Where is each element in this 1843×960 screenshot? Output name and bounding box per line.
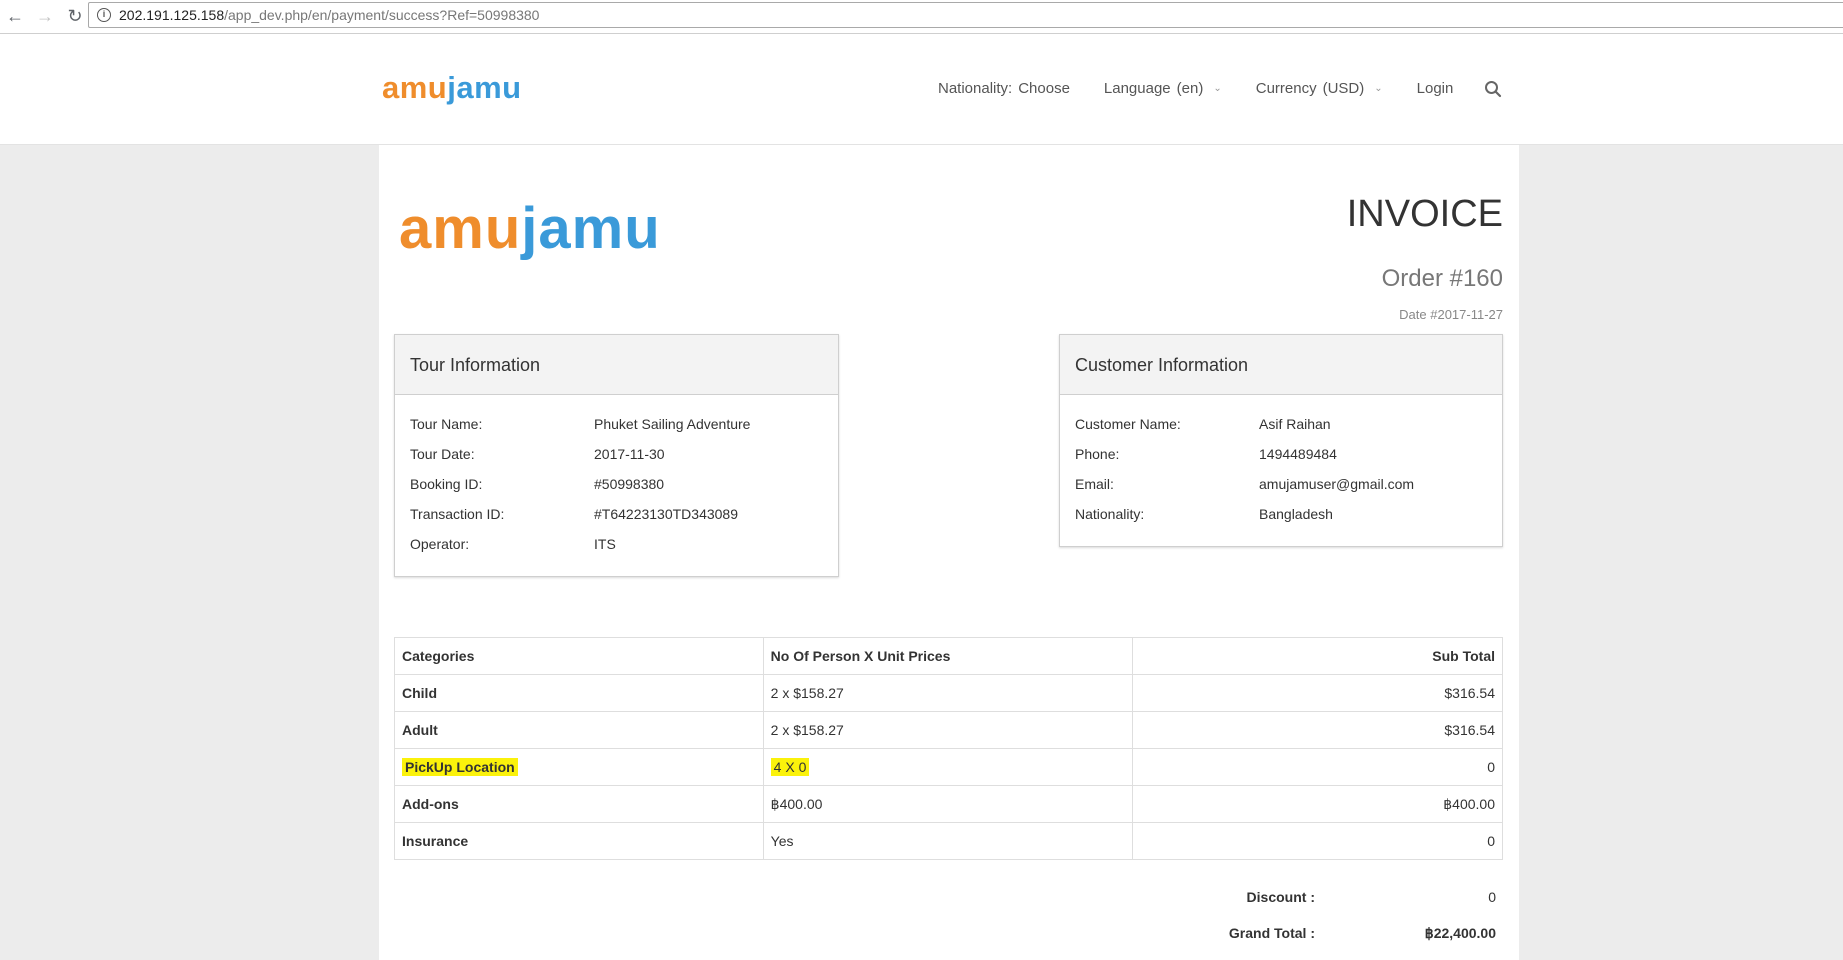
info-row: Nationality: Bangladesh [1075, 506, 1333, 522]
currency-selector[interactable]: Currency (USD) ⌄ [1256, 80, 1383, 97]
info-row: Booking ID: #50998380 [410, 476, 665, 492]
browser-toolbar: ← → ↻ i 202.191.125.158/app_dev.php/en/p… [0, 0, 1843, 34]
highlighted-text: 4 X 0 [770, 758, 810, 776]
info-row: Tour Date: 2017-11-30 [410, 446, 665, 462]
table-row: Child 2 x $158.27 $316.54 [394, 674, 1503, 712]
invoice-title: INVOICE [1346, 193, 1503, 235]
url-path: /app_dev.php/en/payment/success?Ref=5099… [224, 7, 540, 23]
table-row: Add-ons ฿400.00 ฿400.00 [394, 785, 1503, 823]
invoice-panel: amujamu INVOICE Order #160 Date #2017-11… [379, 145, 1519, 960]
customer-information-panel: Customer Information Customer Name: Asif … [1059, 334, 1503, 547]
column-header: Categories [394, 637, 764, 675]
chevron-down-icon: ⌄ [1374, 83, 1383, 94]
top-nav: Nationality: Choose Language (en) ⌄ Curr… [938, 80, 1487, 97]
info-row: Tour Name: Phuket Sailing Adventure [410, 416, 751, 432]
panel-heading: Tour Information [395, 335, 838, 395]
table-header-row: Categories No Of Person X Unit Prices Su… [394, 637, 1503, 675]
nationality-selector[interactable]: Nationality: Choose [938, 80, 1070, 97]
language-selector[interactable]: Language (en) ⌄ [1104, 80, 1222, 97]
site-logo[interactable]: amujamu [382, 70, 522, 106]
info-icon[interactable]: i [97, 8, 111, 22]
address-bar[interactable]: i 202.191.125.158/app_dev.php/en/payment… [88, 2, 1843, 28]
tour-information-panel: Tour Information Tour Name: Phuket Sailin… [394, 334, 839, 577]
table-row: PickUp Location 4 X 0 0 [394, 748, 1503, 786]
highlighted-text: PickUp Location [402, 758, 518, 776]
column-header: Sub Total [1132, 637, 1503, 675]
login-link[interactable]: Login [1417, 80, 1454, 97]
forward-arrow-icon[interactable]: → [30, 2, 60, 32]
chevron-down-icon: ⌄ [1213, 83, 1222, 94]
invoice-logo: amujamu [399, 196, 661, 261]
totals-block: Discount : 0 Grand Total : ฿22,400.00 [1079, 879, 1503, 951]
table-row: Insurance Yes 0 [394, 822, 1503, 860]
order-date: Date #2017-11-27 [1399, 307, 1503, 322]
info-row: Operator: ITS [410, 536, 616, 552]
info-row: Customer Name: Asif Raihan [1075, 416, 1331, 432]
invoice-items-table: Categories No Of Person X Unit Prices Su… [394, 637, 1503, 860]
panel-heading: Customer Information [1060, 335, 1502, 395]
back-arrow-icon[interactable]: ← [0, 2, 30, 32]
info-row: Transaction ID: #T64223130TD343089 [410, 506, 739, 522]
grand-total-row: Grand Total : ฿22,400.00 [1228, 924, 1496, 942]
reload-icon[interactable]: ↻ [60, 2, 90, 32]
order-number: Order #160 [1381, 265, 1503, 292]
search-icon[interactable] [1484, 80, 1502, 98]
info-row: Email: amujamuser@gmail.com [1075, 476, 1415, 492]
site-header: amujamu Nationality: Choose Language (en… [0, 34, 1843, 145]
discount-row: Discount : 0 [1246, 889, 1496, 905]
url-host: 202.191.125.158 [119, 7, 225, 23]
column-header: No Of Person X Unit Prices [762, 637, 1134, 675]
info-row: Phone: 1494489484 [1075, 446, 1337, 462]
table-row: Adult 2 x $158.27 $316.54 [394, 711, 1503, 749]
